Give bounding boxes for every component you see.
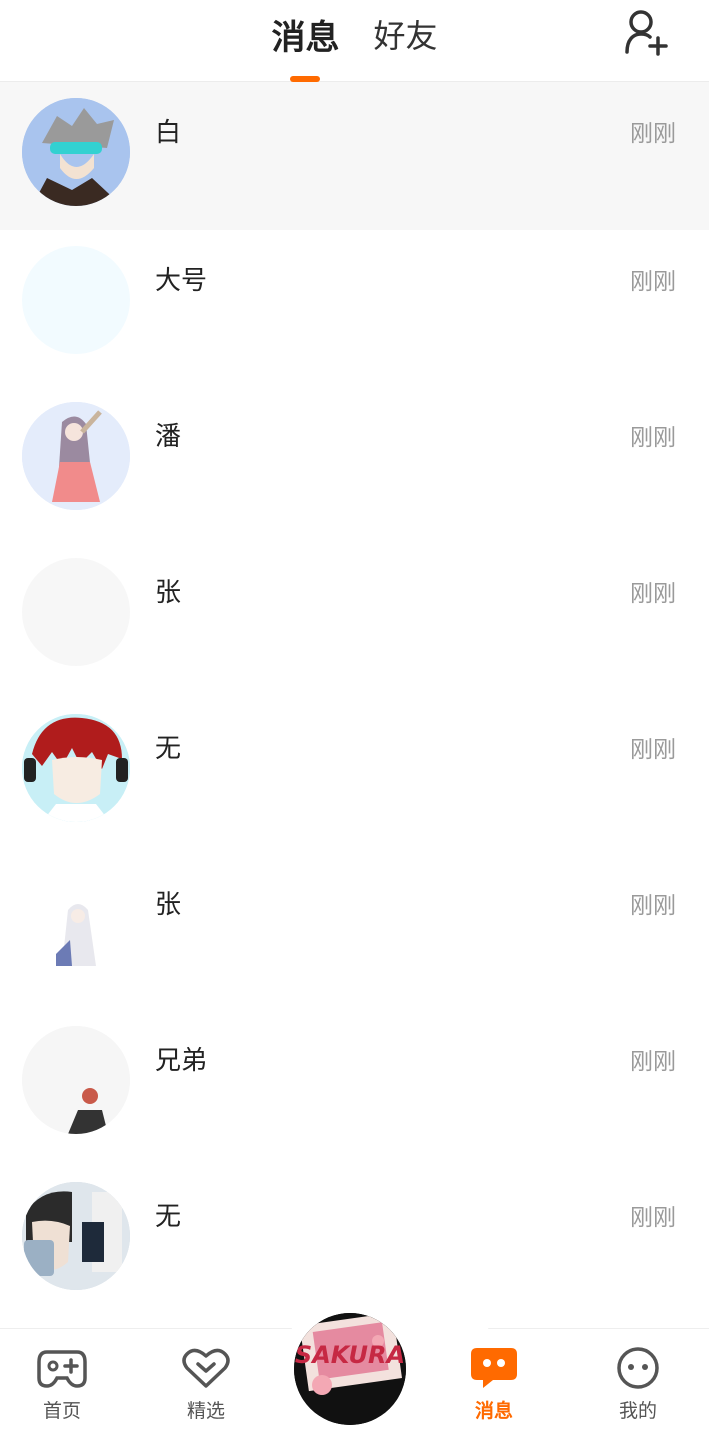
top-header: 消息 好友 [0,0,709,82]
heart-chevron-icon [182,1348,230,1388]
message-time: 刚刚 [630,425,676,451]
conversation-list: 白 刚刚 大号 刚刚 潘 刚刚 张 刚刚 无 刚刚 张 刚刚 兄弟 刚刚 无 刚… [0,82,709,1322]
contact-name: 无 [155,734,182,764]
conversation-row[interactable]: 潘 刚刚 [0,386,709,542]
message-time: 刚刚 [630,1205,676,1231]
avatar [22,714,130,822]
message-time: 刚刚 [630,269,676,295]
center-action-button[interactable]: SAKURA [294,1313,406,1425]
nav-messages[interactable]: 消息 [449,1346,539,1423]
avatar [22,98,130,206]
avatar-image-icon [22,1026,130,1134]
conversation-row[interactable]: 张 刚刚 [0,854,709,1010]
sakura-logo-icon: SAKURA [294,1313,406,1425]
nav-home[interactable]: 首页 [17,1346,107,1423]
message-time: 刚刚 [630,1049,676,1075]
conversation-row[interactable]: 兄弟 刚刚 [0,1010,709,1166]
conversation-row[interactable]: 白 刚刚 [0,82,709,230]
nav-profile[interactable]: 我的 [593,1346,683,1423]
avatar-image-icon [22,870,130,978]
center-button-text: SAKURA [295,1341,405,1369]
avatar [22,558,130,666]
contact-name: 白 [155,118,182,148]
avatar [22,246,130,354]
header-tabs: 消息 好友 [0,0,709,82]
chat-bubble-icon [471,1348,517,1388]
avatar [22,1026,130,1134]
contact-name: 张 [155,578,182,608]
face-icon [617,1347,659,1389]
message-time: 刚刚 [630,121,676,147]
avatar-image-icon [22,714,130,822]
conversation-row[interactable]: 无 刚刚 [0,698,709,854]
tab-friends[interactable]: 好友 [373,0,437,82]
contact-name: 兄弟 [155,1046,208,1076]
avatar-image-icon [22,402,130,510]
nav-messages-label: 消息 [474,1400,513,1422]
message-time: 刚刚 [630,737,676,763]
message-time: 刚刚 [630,581,676,607]
nav-featured-label: 精选 [186,1400,225,1422]
conversation-row[interactable]: 张 刚刚 [0,542,709,698]
gamepad-icon [37,1350,87,1388]
avatar [22,1182,130,1290]
nav-profile-label: 我的 [618,1400,657,1422]
avatar-image-icon [22,1182,130,1290]
contact-name: 无 [155,1202,182,1232]
message-time: 刚刚 [630,893,676,919]
conversation-row[interactable]: 大号 刚刚 [0,230,709,386]
nav-home-label: 首页 [42,1400,81,1422]
nav-featured[interactable]: 精选 [161,1346,251,1423]
avatar [22,870,130,978]
contact-name: 潘 [155,422,182,452]
contact-name: 大号 [155,266,208,296]
tab-messages[interactable]: 消息 [271,0,339,82]
avatar [22,402,130,510]
avatar-image-icon [22,98,130,206]
contact-name: 张 [155,890,182,920]
person-add-icon[interactable] [623,8,671,56]
